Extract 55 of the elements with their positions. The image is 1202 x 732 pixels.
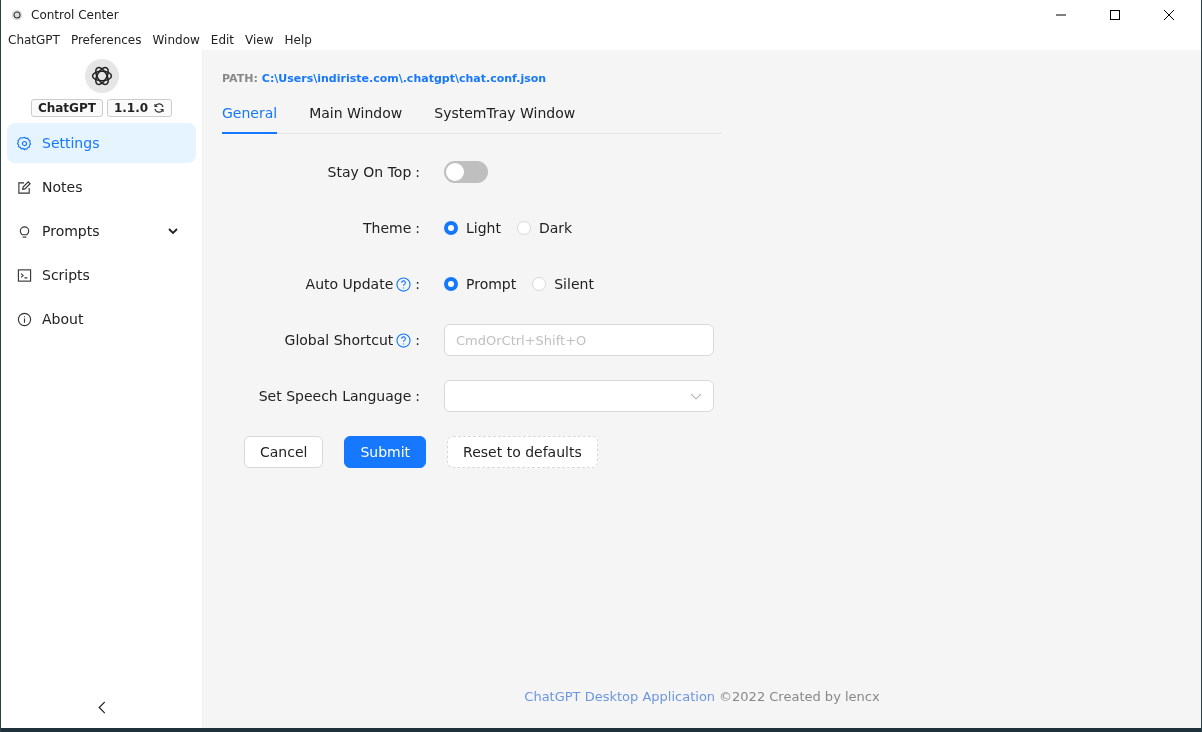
openai-logo-icon: [84, 59, 119, 93]
shortcut-input-field[interactable]: CmdOrCtrl+Shift+O: [444, 324, 714, 356]
info-icon: [17, 311, 32, 327]
radio-button[interactable]: [444, 277, 458, 291]
menu-item[interactable]: View: [245, 33, 274, 47]
app-name-tag: ChatGPT: [30, 99, 103, 117]
radio-label: Dark: [538, 220, 573, 236]
menu-item[interactable]: Help: [284, 33, 312, 47]
menu-item[interactable]: Edit: [210, 33, 235, 47]
sidebar-item[interactable]: Notes: [7, 167, 196, 207]
app-logo-icon: [11, 9, 23, 21]
radio-label: Prompt: [466, 276, 517, 292]
help-icon[interactable]: [396, 276, 412, 292]
radio-label: Silent: [554, 276, 594, 292]
refresh-icon[interactable]: [153, 102, 166, 114]
menu-item[interactable]: ChatGPT: [8, 33, 60, 47]
radio-button[interactable]: [444, 221, 458, 235]
menu-item[interactable]: Window: [152, 33, 200, 47]
colon: :: [415, 388, 420, 404]
colon: :: [415, 164, 420, 180]
colon: :: [415, 276, 420, 292]
collapse-chevron-icon[interactable]: [97, 701, 106, 714]
tab[interactable]: SystemTray Window: [434, 97, 576, 134]
sidebar-item[interactable]: Settings: [7, 123, 196, 163]
help-icon[interactable]: [396, 332, 412, 348]
path-label: PATH:: [222, 72, 258, 85]
reset-button[interactable]: Reset to defaults: [447, 436, 598, 468]
footer-text: ©2022 Created by lencx: [719, 689, 880, 704]
edit-icon: [17, 179, 32, 195]
field-label: Theme: [363, 220, 412, 236]
colon: :: [415, 220, 420, 236]
terminal-icon: [17, 267, 32, 283]
language-select-field[interactable]: [444, 380, 714, 412]
toggle-switch[interactable]: [444, 161, 488, 183]
version-tag[interactable]: 1.1.0: [106, 99, 173, 117]
cancel-button[interactable]: Cancel: [244, 436, 324, 468]
sidebar-item[interactable]: Scripts: [7, 255, 196, 295]
gear-icon: [17, 135, 32, 151]
lightbulb-icon: [17, 223, 32, 239]
submit-button[interactable]: Submit: [344, 436, 427, 468]
menu-item[interactable]: Preferences: [70, 33, 142, 47]
field-label: Set Speech Language: [258, 388, 412, 404]
field-label: Stay On Top: [327, 164, 412, 180]
path-value: C:\Users\indiriste.com\.chatgpt\chat.conf.json: [261, 72, 547, 85]
tab[interactable]: General: [222, 97, 278, 134]
chevron-down-icon: [168, 228, 178, 234]
radio-label: Light: [466, 220, 501, 236]
colon: :: [415, 332, 420, 348]
chevron-down-icon: [690, 392, 702, 400]
window-title: Control Center: [31, 8, 119, 22]
field-label: Global Shortcut: [284, 332, 394, 348]
tab[interactable]: Main Window: [309, 97, 403, 134]
field-label: Auto Update: [305, 276, 394, 292]
sidebar-item[interactable]: Prompts: [7, 211, 196, 251]
sidebar-item[interactable]: About: [7, 299, 196, 339]
